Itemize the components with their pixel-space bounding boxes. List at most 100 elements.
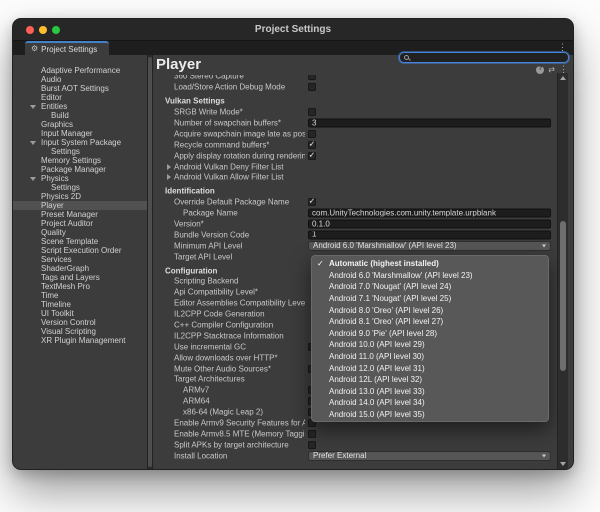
popup-item-android-8-0-oreo-api-level-26[interactable]: Android 8.0 'Oreo' (API level 26): [312, 304, 548, 316]
sidebar-item-entities[interactable]: Entities: [13, 102, 147, 111]
presets-icon[interactable]: ⇄: [548, 66, 555, 74]
scroll-up-arrow-icon[interactable]: [560, 76, 566, 80]
tab-project-settings[interactable]: ⚙ Project Settings: [25, 41, 109, 55]
scroll-down-arrow-icon[interactable]: [560, 462, 566, 466]
sidebar-item-adaptive-performance[interactable]: Adaptive Performance: [13, 66, 147, 75]
sidebar-item-time[interactable]: Time: [13, 291, 147, 300]
sidebar-item-settings[interactable]: Settings: [13, 147, 147, 156]
sidebar-item-label: Scene Template: [41, 237, 98, 246]
popup-item-android-12l-api-level-32[interactable]: Android 12L (API level 32): [312, 374, 548, 386]
disclosure-triangle-icon[interactable]: [30, 177, 36, 181]
sidebar-item-version-control[interactable]: Version Control: [13, 318, 147, 327]
checkbox[interactable]: [308, 75, 316, 80]
sidebar-item-settings[interactable]: Settings: [13, 183, 147, 192]
sidebar-scrollbar-thumb[interactable]: [148, 57, 152, 467]
dropdown-value: Prefer External: [313, 451, 366, 460]
sidebar-item-visual-scripting[interactable]: Visual Scripting: [13, 327, 147, 336]
search-input[interactable]: [413, 53, 564, 62]
sidebar-item-textmesh-pro[interactable]: TextMesh Pro: [13, 282, 147, 291]
sidebar-item-quality[interactable]: Quality: [13, 228, 147, 237]
foldout-arrow-icon[interactable]: [167, 164, 171, 170]
sidebar-item-script-execution-order[interactable]: Script Execution Order: [13, 246, 147, 255]
sidebar-item-audio[interactable]: Audio: [13, 75, 147, 84]
sidebar-item-build[interactable]: Build: [13, 111, 147, 120]
row-acquire-swapchain-image-late-as-possible: Acquire swapchain image late as possible…: [153, 128, 551, 139]
sidebar-item-services[interactable]: Services: [13, 255, 147, 264]
row-control: 0.1.0: [308, 220, 551, 229]
sidebar-item-timeline[interactable]: Timeline: [13, 300, 147, 309]
sidebar-item-shadergraph[interactable]: ShaderGraph: [13, 264, 147, 273]
checkbox[interactable]: [308, 108, 316, 116]
search-box[interactable]: [399, 52, 569, 63]
popup-item-android-13-0-api-level-33[interactable]: Android 13.0 (API level 33): [312, 386, 548, 398]
panel-menu-kebab-icon[interactable]: ⋮: [559, 65, 568, 74]
vertical-scrollbar[interactable]: [557, 73, 568, 469]
popup-item-android-7-0-nougat-api-level-24[interactable]: Android 7.0 'Nougat' (API level 24): [312, 281, 548, 293]
popup-item-automatic-highest-installed[interactable]: ✓ Automatic (highest installed): [312, 258, 548, 270]
sidebar-item-ui-toolkit[interactable]: UI Toolkit: [13, 309, 147, 318]
tab-menu-kebab-icon[interactable]: ⋮: [558, 43, 567, 52]
popup-item-android-6-0-marshmallow-api-level-23[interactable]: Android 6.0 'Marshmallow' (API level 23): [312, 270, 548, 282]
row-control: [308, 130, 551, 138]
checkbox[interactable]: ✓: [308, 141, 316, 149]
zoom-window-button[interactable]: [52, 26, 60, 34]
sidebar-item-memory-settings[interactable]: Memory Settings: [13, 156, 147, 165]
sidebar-item-label: Graphics: [41, 120, 73, 129]
sidebar-item-label: Package Manager: [41, 165, 106, 174]
sidebar-item-preset-manager[interactable]: Preset Manager: [13, 210, 147, 219]
row-control: [308, 83, 551, 91]
sidebar-item-xr-plugin-management[interactable]: XR Plugin Management: [13, 336, 147, 345]
checkbox[interactable]: [308, 130, 316, 138]
minimize-window-button[interactable]: [39, 26, 47, 34]
row-install-location: Install Location Prefer External: [153, 450, 551, 461]
text-field[interactable]: 1: [308, 230, 551, 239]
popup-item-android-7-1-nougat-api-level-25[interactable]: Android 7.1 'Nougat' (API level 25): [312, 293, 548, 305]
text-field[interactable]: com.UnityTechnologies.com.unity.template…: [308, 209, 551, 218]
row-label: SRGB Write Mode*: [174, 108, 243, 117]
sidebar-item-input-system-package[interactable]: Input System Package: [13, 138, 147, 147]
dropdown[interactable]: Android 6.0 'Marshmallow' (API level 23): [308, 241, 551, 251]
row-label: IL2CPP Code Generation: [174, 310, 265, 319]
scrollbar-thumb[interactable]: [560, 221, 566, 371]
check-mark-icon: ✓: [317, 260, 324, 268]
sidebar-item-player[interactable]: Player: [13, 201, 147, 210]
disclosure-triangle-icon[interactable]: [30, 105, 36, 109]
checkbox[interactable]: ✓: [308, 198, 316, 206]
sidebar-item-graphics[interactable]: Graphics: [13, 120, 147, 129]
gear-icon: ⚙: [31, 45, 38, 53]
checkbox[interactable]: ✓: [308, 152, 316, 160]
sidebar-item-project-auditor[interactable]: Project Auditor: [13, 219, 147, 228]
popup-item-android-12-0-api-level-31[interactable]: Android 12.0 (API level 31): [312, 362, 548, 374]
sidebar-item-scene-template[interactable]: Scene Template: [13, 237, 147, 246]
checkbox[interactable]: [308, 441, 316, 449]
popup-item-android-8-1-oreo-api-level-27[interactable]: Android 8.1 'Oreo' (API level 27): [312, 316, 548, 328]
popup-item-android-11-0-api-level-30[interactable]: Android 11.0 (API level 30): [312, 351, 548, 363]
foldout-arrow-icon[interactable]: [167, 174, 171, 180]
text-field[interactable]: 0.1.0: [308, 220, 551, 229]
sidebar-item-editor[interactable]: Editor: [13, 93, 147, 102]
section-vulkan-settings: Vulkan Settings: [153, 96, 551, 107]
sidebar-item-burst-aot-settings[interactable]: Burst AOT Settings: [13, 84, 147, 93]
close-window-button[interactable]: [26, 26, 34, 34]
sidebar-item-physics-2d[interactable]: Physics 2D: [13, 192, 147, 201]
sidebar-item-label: Settings: [51, 183, 80, 192]
popup-item-android-15-0-api-level-35[interactable]: Android 15.0 (API level 35): [312, 409, 548, 421]
sidebar-item-package-manager[interactable]: Package Manager: [13, 165, 147, 174]
sidebar-item-tags-and-layers[interactable]: Tags and Layers: [13, 273, 147, 282]
row-label: Allow downloads over HTTP*: [174, 353, 278, 362]
sidebar-item-physics[interactable]: Physics: [13, 174, 147, 183]
checkbox[interactable]: [308, 430, 316, 438]
popup-item-android-10-0-api-level-29[interactable]: Android 10.0 (API level 29): [312, 339, 548, 351]
disclosure-triangle-icon[interactable]: [30, 141, 36, 145]
popup-item-android-14-0-api-level-34[interactable]: Android 14.0 (API level 34): [312, 397, 548, 409]
popup-item-android-9-0-pie-api-level-28[interactable]: Android 9.0 'Pie' (API level 28): [312, 328, 548, 340]
help-icon[interactable]: ?: [536, 66, 544, 74]
dropdown[interactable]: Prefer External: [308, 451, 551, 461]
sidebar-item-input-manager[interactable]: Input Manager: [13, 129, 147, 138]
text-field[interactable]: 3: [308, 119, 551, 128]
row-number-of-swapchain-buffers: Number of swapchain buffers* 3: [153, 118, 551, 129]
sidebar-item-label: Input System Package: [41, 138, 121, 147]
checkbox[interactable]: [308, 83, 316, 91]
row-bundle-version-code: Bundle Version Code 1: [153, 229, 551, 240]
sidebar-item-label: Project Auditor: [41, 219, 93, 228]
